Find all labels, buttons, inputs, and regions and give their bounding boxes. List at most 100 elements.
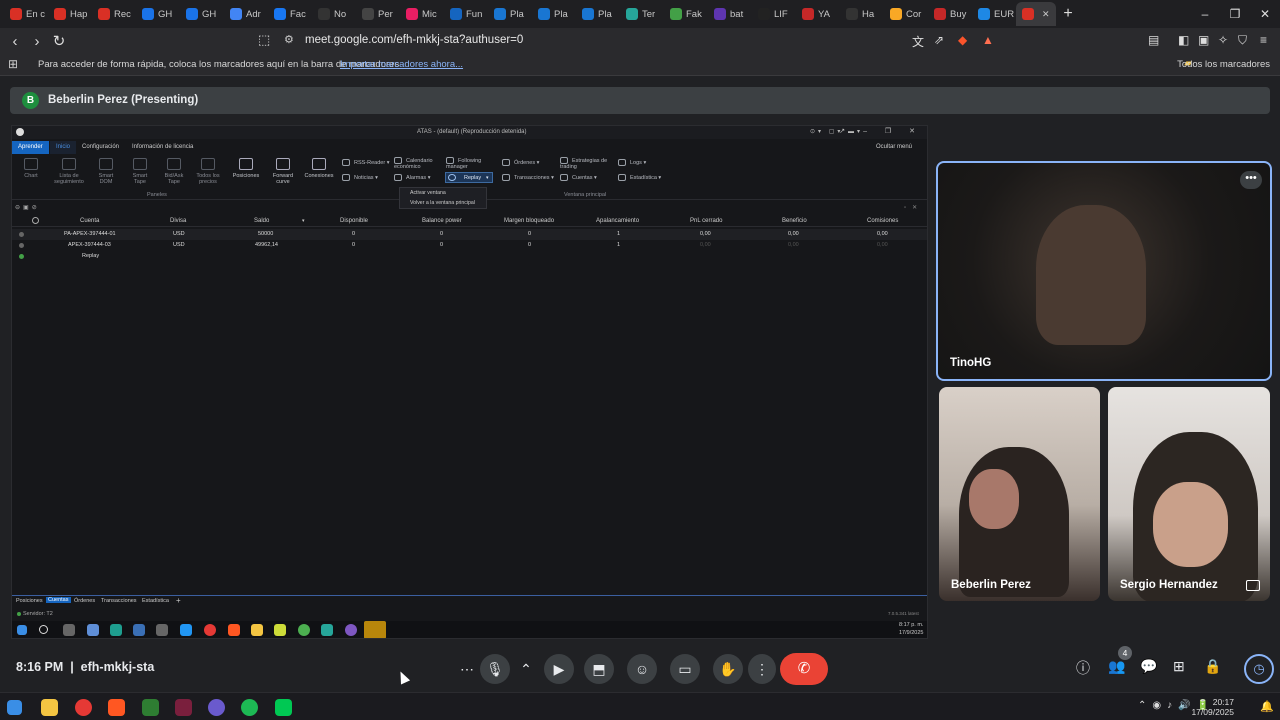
app-icon[interactable] (275, 699, 292, 716)
ribbon-transactions[interactable]: Transacciones ▾ (502, 174, 554, 181)
atas-window-buttons[interactable]: ↗ – ❐ ✕ (839, 127, 923, 135)
ribbon-smart-tape[interactable]: Smart Tape (126, 158, 154, 185)
ribbon-logs[interactable]: Logs ▾ (618, 159, 646, 166)
browser-tab[interactable]: Fak (664, 2, 708, 26)
browser-tab[interactable]: Mic (400, 2, 444, 26)
btab-transacciones[interactable]: Transacciones (101, 598, 137, 604)
ribbon-positions[interactable]: Posiciones (228, 158, 264, 179)
reload-icon[interactable]: ↻ (48, 32, 70, 50)
browser-tab[interactable]: Pla (532, 2, 576, 26)
browser-tab[interactable]: No (312, 2, 356, 26)
chevron-up-icon[interactable]: ⌃ (516, 654, 536, 684)
menu-item-activate-window[interactable]: Activar ventana (400, 188, 486, 198)
ribbon-strategies[interactable]: Estrategias de trading (560, 157, 616, 170)
media-icon[interactable]: ▤ (1148, 33, 1159, 47)
menu-item-return-main-window[interactable]: Volver a la ventana principal (400, 198, 486, 208)
browser-tab[interactable]: Pla (488, 2, 532, 26)
browser-tab[interactable]: Ter (620, 2, 664, 26)
chevron-down-icon[interactable]: ▾ (486, 175, 489, 181)
browser-tab[interactable]: Adr (224, 2, 268, 26)
ribbon-accounts[interactable]: Cuentas ▾ (560, 174, 597, 181)
ribbon-smart-dom[interactable]: Smart DOM (92, 158, 120, 185)
browser-tab[interactable]: LIF (752, 2, 796, 26)
add-tab-icon[interactable]: + (176, 596, 181, 605)
ribbon-connections[interactable]: Conexiones (302, 158, 336, 179)
btab-estadistica[interactable]: Estadística (142, 598, 169, 604)
notification-bell-icon[interactable]: 🔔 (1260, 700, 1274, 713)
ribbon-rss[interactable]: RSS-Reader ▾ (342, 159, 389, 166)
grid-toolbar-icons[interactable]: ⊖▣⊘ (15, 204, 40, 211)
activities-icon[interactable]: ⊞ (1173, 658, 1185, 675)
host-controls-icon[interactable]: 🔒 (1204, 658, 1221, 675)
participant-tile-sergio[interactable]: Sergio Hernandez (1108, 387, 1270, 601)
col-apalancamiento[interactable]: Apalancamiento (596, 218, 639, 224)
tab-inicio[interactable]: Inicio (50, 141, 77, 154)
close-tab-icon[interactable]: ✕ (1042, 9, 1050, 20)
browser-tab[interactable]: Buy (928, 2, 972, 26)
wallet-icon[interactable]: ▣ (1198, 33, 1209, 47)
participant-tile-tinohg[interactable]: ••• TinoHG (936, 161, 1272, 381)
people-icon[interactable]: 👥 (1108, 658, 1125, 675)
share-icon[interactable]: ⇗ (934, 33, 944, 47)
ribbon-orders[interactable]: Órdenes ▾ (502, 159, 539, 166)
replay-button[interactable]: Replay ▾ (445, 172, 493, 183)
import-bookmarks-link[interactable]: Importar marcadores ahora... (340, 59, 463, 70)
hide-menu-link[interactable]: Ocultar menú (870, 141, 918, 154)
brave-rewards-icon[interactable]: ▲ (982, 33, 994, 47)
more-reactions-icon[interactable]: ⋯ (452, 654, 482, 684)
col-cuenta[interactable]: Cuenta (80, 218, 99, 224)
app-icon[interactable] (208, 699, 225, 716)
brave-shield-icon[interactable]: ◆ (958, 33, 967, 47)
ribbon-chart[interactable]: Chart (16, 158, 46, 179)
forward-icon[interactable]: › (26, 33, 48, 50)
captions-icon[interactable]: ▭ (670, 654, 700, 684)
sidebar-icon[interactable]: ◧ (1178, 33, 1189, 47)
leo-icon[interactable]: ✧ (1218, 33, 1228, 47)
col-divisa[interactable]: Divisa (170, 218, 186, 224)
browser-tab[interactable]: ✕ (1016, 2, 1056, 26)
chat-icon[interactable]: 💬 (1140, 658, 1157, 675)
ribbon-calendar[interactable]: Calendario económico (394, 157, 444, 170)
browser-tab[interactable]: GH (180, 2, 224, 26)
col-pnl-cerrado[interactable]: PnL cerrado (690, 218, 722, 224)
browser-tab[interactable]: Cor (884, 2, 928, 26)
ribbon-bidask-tape[interactable]: Bid/Ask Tape (160, 158, 188, 185)
chrome-icon[interactable] (75, 699, 92, 716)
windows-start-icon[interactable] (7, 700, 22, 715)
ribbon-following[interactable]: Following manager (446, 157, 500, 170)
shared-screen[interactable]: ATAS - (default) (Reproducción detenida)… (11, 125, 928, 639)
translate-icon[interactable]: 文 (912, 33, 924, 50)
col-comisiones[interactable]: Comisiones (867, 218, 898, 224)
end-call-button[interactable]: ✆ (780, 653, 828, 685)
pin-icon[interactable] (1246, 580, 1260, 591)
ribbon-alarms[interactable]: Alarmas ▾ (394, 174, 430, 181)
ribbon-forward-curve[interactable]: Forward curve (268, 158, 298, 185)
col-disponible[interactable]: Disponible (340, 218, 368, 224)
bookmark-icon[interactable]: ⬚ (258, 32, 270, 48)
new-tab-button[interactable]: + (1056, 5, 1080, 23)
menu-icon[interactable]: ≡ (1260, 33, 1267, 47)
maximize-button[interactable]: ❐ (1220, 0, 1250, 28)
site-info-icon[interactable]: ⚙ (284, 33, 294, 46)
brave-icon[interactable] (108, 699, 125, 716)
camera-icon[interactable]: ▶ (544, 654, 574, 684)
app-icon[interactable] (175, 699, 192, 716)
minimize-button[interactable]: – (1190, 0, 1220, 28)
browser-tab[interactable]: YA (796, 2, 840, 26)
tab-licencia[interactable]: Información de licencia (126, 141, 199, 154)
back-icon[interactable]: ‹ (4, 33, 26, 50)
close-window-button[interactable]: ✕ (1250, 0, 1280, 28)
table-row[interactable]: PA-APEX-397444-01 USD 50000 0 0 0 1 0,00… (12, 229, 927, 240)
url-field[interactable]: meet.google.com/efh-mkkj-sta?authuser=0 (305, 34, 523, 46)
present-screen-icon[interactable]: ⬒ (584, 654, 614, 684)
table-row[interactable]: Replay (12, 251, 927, 262)
col-margen-bloqueado[interactable]: Margen bloqueado (504, 218, 554, 224)
browser-tab[interactable]: GH (136, 2, 180, 26)
table-row[interactable]: APEX-397444-03 USD 49962,14 0 0 0 1 0,00… (12, 240, 927, 251)
info-icon[interactable]: ⓘ (1076, 658, 1090, 678)
more-options-icon[interactable]: ••• (1240, 171, 1262, 189)
tab-configuracion[interactable]: Configuración (76, 141, 125, 154)
raise-hand-icon[interactable]: ✋ (713, 654, 743, 684)
grid-panel-buttons[interactable]: ▫✕ (904, 204, 923, 211)
ribbon-statistics[interactable]: Estadística ▾ (618, 174, 661, 181)
